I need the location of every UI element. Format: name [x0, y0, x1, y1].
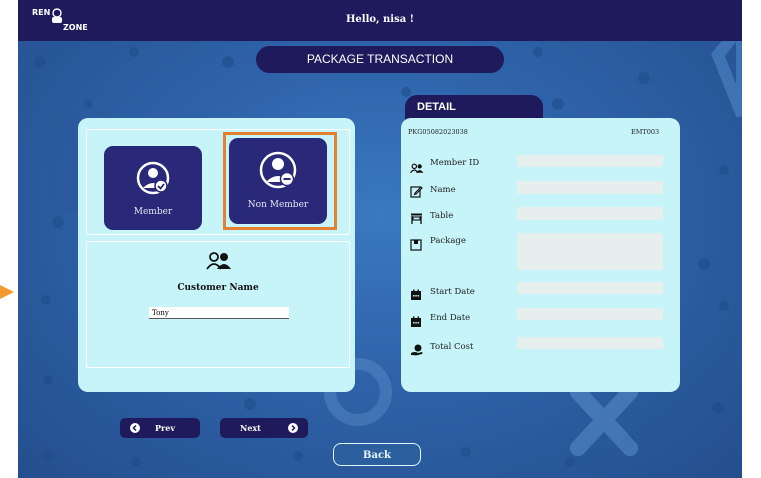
- transaction-id: PKG05082023038: [408, 128, 468, 136]
- package-value: [517, 233, 663, 270]
- start-date-label: Start Date: [430, 287, 475, 297]
- package-icon: [410, 236, 422, 255]
- prev-label: Prev: [155, 423, 175, 433]
- customer-name-input[interactable]: [149, 307, 289, 319]
- edit-icon: [410, 183, 423, 202]
- table-value: [517, 207, 663, 220]
- tutorial-pointer-arrow: [0, 285, 14, 299]
- calendar-icon: [410, 286, 422, 305]
- cost-icon: [410, 341, 424, 360]
- table-label: Table: [430, 211, 454, 221]
- member-id-label: Member ID: [430, 158, 480, 168]
- customer-name-label: Customer Name: [177, 283, 259, 293]
- next-button[interactable]: Next: [220, 418, 308, 438]
- name-value: [517, 181, 663, 194]
- member-id-value: [517, 155, 663, 167]
- calendar-icon: [410, 313, 422, 332]
- chevron-right-icon: [288, 423, 298, 433]
- greeting-text: Hello, nisa !: [345, 14, 415, 25]
- user-check-icon: [104, 160, 202, 199]
- start-date-value: [517, 282, 663, 294]
- top-bar: REN ZONE Hello, nisa !: [18, 0, 742, 41]
- page-title: PACKAGE TRANSACTION: [256, 46, 504, 73]
- total-cost-value: [517, 337, 663, 349]
- end-date-value: [517, 308, 663, 320]
- users-icon: [410, 159, 424, 178]
- chevron-left-icon: [130, 423, 140, 433]
- total-cost-label: Total Cost: [430, 342, 474, 352]
- back-button[interactable]: Back: [333, 443, 421, 466]
- next-label: Next: [240, 423, 261, 433]
- end-date-label: End Date: [430, 313, 471, 323]
- name-label: Name: [430, 185, 456, 195]
- users-icon: [206, 251, 232, 275]
- table-icon: [410, 210, 423, 229]
- employee-id: EMT003: [631, 128, 660, 136]
- prev-button[interactable]: Prev: [120, 418, 200, 438]
- package-label: Package: [430, 236, 466, 246]
- selection-highlight: [223, 132, 337, 230]
- member-option-label: Member: [133, 207, 173, 217]
- member-option-button[interactable]: Member: [104, 146, 202, 230]
